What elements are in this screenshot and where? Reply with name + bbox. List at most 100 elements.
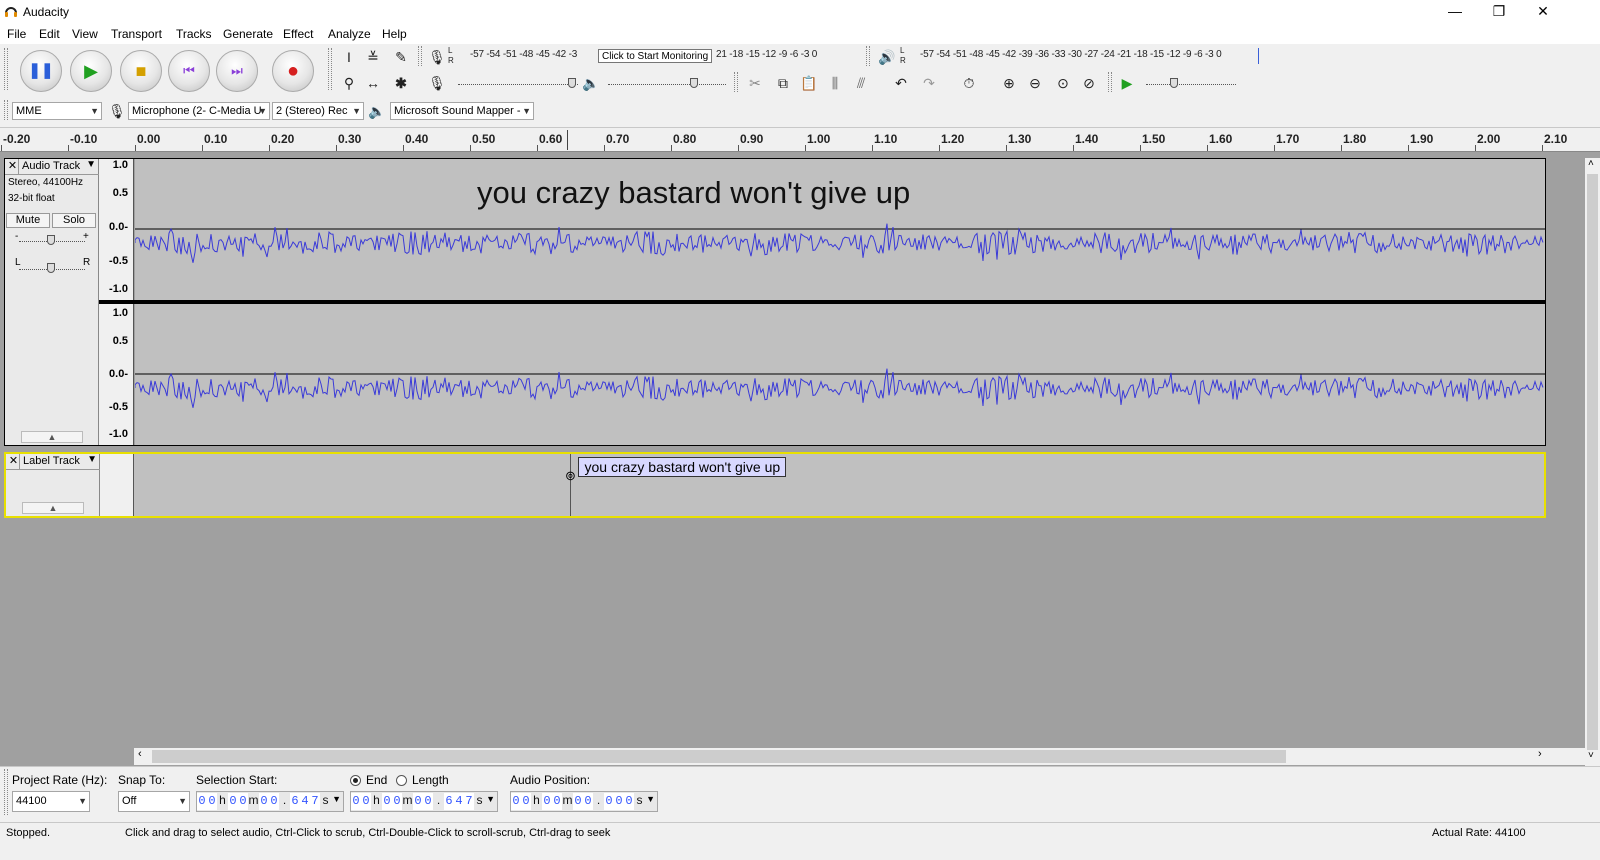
timecode-digit[interactable]: 0 bbox=[197, 793, 207, 810]
timecode-digit[interactable]: 0 bbox=[361, 793, 371, 810]
timecode-digit[interactable]: 7 bbox=[310, 793, 320, 810]
track-menu-icon[interactable]: ▼ bbox=[87, 454, 97, 465]
output-volume-slider[interactable] bbox=[608, 84, 726, 85]
copy-button[interactable]: ⧉ bbox=[772, 72, 794, 94]
timecode-digit[interactable]: 0 bbox=[269, 793, 279, 810]
toolbar-grip[interactable] bbox=[418, 46, 422, 66]
input-volume-thumb[interactable] bbox=[568, 78, 576, 88]
play-button[interactable]: ▶ bbox=[70, 50, 112, 92]
track-name-bar[interactable]: ✕ Label Track ▼ bbox=[6, 454, 100, 470]
playback-speed-thumb[interactable] bbox=[1170, 78, 1178, 88]
restore-button[interactable]: ❐ bbox=[1476, 0, 1522, 24]
minimize-button[interactable]: — bbox=[1432, 0, 1478, 24]
sync-lock-button[interactable]: ⏱ bbox=[958, 72, 980, 94]
project-rate-select[interactable]: 44100 ▼ bbox=[12, 791, 90, 812]
toolbar-grip[interactable] bbox=[328, 48, 332, 90]
timecode-digit[interactable]: 0 bbox=[583, 793, 593, 810]
timecode-format-menu-icon[interactable]: ▼ bbox=[486, 794, 495, 804]
pause-button[interactable]: ❚❚ bbox=[20, 50, 62, 92]
horizontal-scroll-thumb[interactable] bbox=[152, 750, 1286, 763]
toolbar-grip[interactable] bbox=[866, 46, 870, 66]
toolbar-grip[interactable] bbox=[734, 72, 738, 92]
menu-file[interactable]: File bbox=[7, 27, 26, 41]
collapse-track-button[interactable]: ▲ bbox=[21, 431, 83, 443]
fit-project-button[interactable]: ⊘ bbox=[1078, 72, 1100, 94]
close-track-icon[interactable]: ✕ bbox=[8, 454, 20, 469]
vertical-scrollbar[interactable]: ˄ ˅ bbox=[1585, 158, 1600, 766]
scroll-up-icon[interactable]: ˄ bbox=[1588, 158, 1594, 169]
track-name-bar[interactable]: ✕ Audio Track ▼ bbox=[5, 159, 99, 175]
mute-button[interactable]: Mute bbox=[6, 213, 50, 228]
menu-transport[interactable]: Transport bbox=[111, 27, 162, 41]
timecode-digit[interactable]: 0 bbox=[238, 793, 248, 810]
envelope-tool[interactable]: ≚ bbox=[362, 46, 384, 68]
scroll-down-icon[interactable]: ˅ bbox=[1588, 750, 1594, 761]
selection-tool[interactable]: I bbox=[338, 46, 360, 68]
timecode-digit[interactable]: 0 bbox=[624, 793, 634, 810]
menu-view[interactable]: View bbox=[72, 27, 98, 41]
timecode-digit[interactable]: 0 bbox=[228, 793, 238, 810]
label-text-box[interactable]: you crazy bastard won't give up bbox=[578, 457, 787, 477]
trim-button[interactable]: ⫼ bbox=[824, 72, 846, 94]
audio-host-select[interactable]: MME ▼ bbox=[12, 102, 102, 120]
tracks-area[interactable]: ✕ Audio Track ▼ Stereo, 44100Hz 32-bit f… bbox=[0, 152, 1585, 748]
timecode-digit[interactable]: 4 bbox=[300, 793, 310, 810]
solo-button[interactable]: Solo bbox=[52, 213, 96, 228]
menu-analyze[interactable]: Analyze bbox=[328, 27, 371, 41]
timecode-digit[interactable]: 0 bbox=[604, 793, 614, 810]
timecode-digit[interactable]: 0 bbox=[392, 793, 402, 810]
length-radio[interactable] bbox=[396, 775, 407, 786]
playback-speed-slider[interactable] bbox=[1146, 84, 1236, 85]
recording-device-select[interactable]: Microphone (2- C-Media U ▼ bbox=[128, 102, 270, 120]
end-radio[interactable] bbox=[350, 775, 361, 786]
redo-button[interactable]: ↷ bbox=[918, 72, 940, 94]
scroll-right-icon[interactable]: › bbox=[1538, 748, 1542, 760]
timecode-digit[interactable]: 0 bbox=[382, 793, 392, 810]
timecode-format-menu-icon[interactable]: ▼ bbox=[332, 794, 341, 804]
close-track-icon[interactable]: ✕ bbox=[7, 159, 19, 174]
snap-to-select[interactable]: Off ▼ bbox=[118, 791, 190, 812]
horizontal-scrollbar[interactable]: ‹ › bbox=[134, 748, 1586, 765]
selection-end-timecode[interactable]: 0 0 h 0 0 m 0 0. 6 4 7 s ▼ bbox=[350, 791, 498, 812]
output-volume-thumb[interactable] bbox=[690, 78, 698, 88]
label-track-area[interactable] bbox=[134, 454, 1544, 516]
menu-help[interactable]: Help bbox=[382, 27, 407, 41]
recording-channels-select[interactable]: 2 (Stereo) Rec ▼ bbox=[272, 102, 364, 120]
multi-tool[interactable]: ✱ bbox=[390, 72, 412, 94]
record-meter-button[interactable]: 🎙 bbox=[426, 46, 448, 68]
timecode-digit[interactable]: 0 bbox=[351, 793, 361, 810]
stop-button[interactable]: ■ bbox=[120, 50, 162, 92]
zoom-tool[interactable]: ⚲ bbox=[338, 72, 360, 94]
label-handle-icon[interactable]: ⊚ bbox=[564, 468, 576, 484]
timecode-digit[interactable]: 4 bbox=[454, 793, 464, 810]
scroll-left-icon[interactable]: ‹ bbox=[138, 748, 142, 760]
toolbar-grip[interactable] bbox=[4, 48, 8, 90]
record-button[interactable]: ● bbox=[272, 50, 314, 92]
timecode-digit[interactable]: 7 bbox=[464, 793, 474, 810]
timeline-ruler[interactable]: -0.20 -0.10 0.00 0.10 0.20 0.30 0.40 0.50 0.60 0.… bbox=[0, 128, 1600, 152]
menu-tracks[interactable]: Tracks bbox=[176, 27, 212, 41]
pan-thumb[interactable] bbox=[47, 263, 55, 273]
vertical-scroll-thumb[interactable] bbox=[1587, 174, 1598, 750]
timecode-digit[interactable]: 0 bbox=[573, 793, 583, 810]
timecode-digit[interactable]: 0 bbox=[259, 793, 269, 810]
timecode-digit[interactable]: 0 bbox=[413, 793, 423, 810]
timecode-digit[interactable]: 6 bbox=[444, 793, 454, 810]
track-menu-icon[interactable]: ▼ bbox=[86, 159, 96, 170]
timecode-digit[interactable]: 0 bbox=[552, 793, 562, 810]
timecode-digit[interactable]: 0 bbox=[423, 793, 433, 810]
toolbar-grip[interactable] bbox=[1108, 72, 1112, 92]
timecode-digit[interactable]: 0 bbox=[207, 793, 217, 810]
input-volume-slider[interactable] bbox=[458, 84, 578, 85]
playback-device-select[interactable]: Microsoft Sound Mapper - ▼ bbox=[390, 102, 534, 120]
undo-button[interactable]: ↶ bbox=[890, 72, 912, 94]
channel-2-scale[interactable]: 1.0 0.5 0.0- -0.5 -1.0 bbox=[99, 304, 134, 445]
play-meter-button[interactable]: 🔊 bbox=[876, 46, 898, 68]
selection-start-timecode[interactable]: 0 0 h 0 0 m 0 0. 6 4 7 s ▼ bbox=[196, 791, 344, 812]
menu-generate[interactable]: Generate bbox=[223, 27, 273, 41]
audio-position-timecode[interactable]: 0 0 h 0 0 m 0 0. 0 0 0 s ▼ bbox=[510, 791, 658, 812]
menu-effect[interactable]: Effect bbox=[283, 27, 313, 41]
timecode-digit[interactable]: 0 bbox=[542, 793, 552, 810]
zoom-out-button[interactable]: ⊖ bbox=[1024, 72, 1046, 94]
fit-selection-button[interactable]: ⊙ bbox=[1052, 72, 1074, 94]
